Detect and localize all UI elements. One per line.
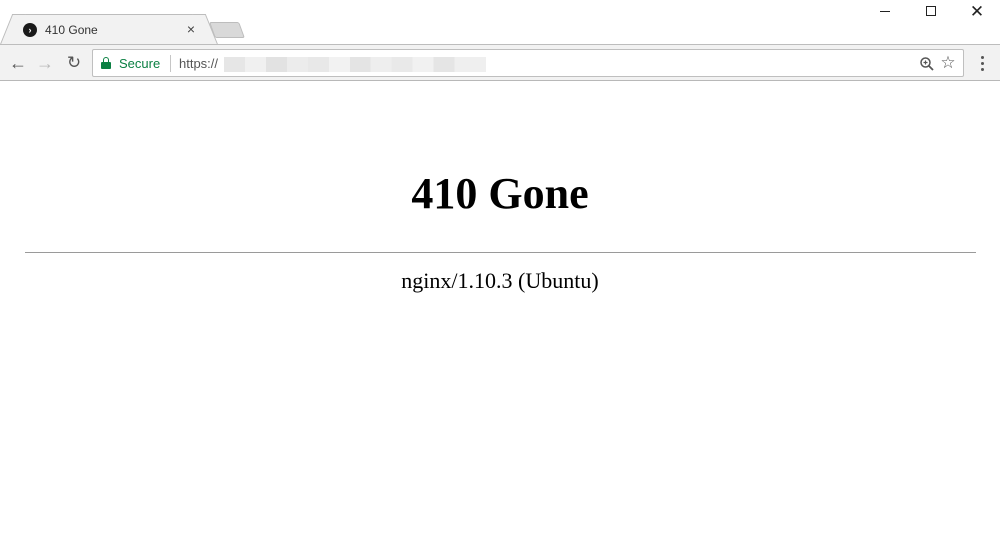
- browser-toolbar: ← → ↻ Secure https:// ☆: [0, 44, 1000, 81]
- close-window-button[interactable]: ✕: [954, 0, 1000, 24]
- back-button[interactable]: ←: [6, 51, 30, 75]
- page-title: 410 Gone: [411, 169, 589, 218]
- reload-icon: ↻: [66, 53, 82, 72]
- divider: [25, 252, 976, 253]
- browser-menu-icon[interactable]: [974, 54, 990, 74]
- title-bar: › 410 Gone × ✕: [0, 0, 1000, 44]
- minimize-button[interactable]: [862, 0, 908, 24]
- maximize-button[interactable]: [908, 0, 954, 24]
- address-separator: [170, 55, 171, 72]
- browser-tab[interactable]: › 410 Gone ×: [12, 14, 206, 44]
- tab-title: 410 Gone: [45, 23, 98, 37]
- minimize-icon: [880, 11, 890, 12]
- zoom-icon[interactable]: [919, 56, 935, 72]
- url-scheme[interactable]: https://: [179, 56, 218, 71]
- lock-icon[interactable]: [101, 57, 111, 69]
- page-content: 410 Gone nginx/1.10.3 (Ubuntu): [0, 82, 1000, 560]
- maximize-icon: [926, 6, 936, 16]
- reload-button[interactable]: ↻: [62, 51, 86, 75]
- arrow-right-icon: →: [36, 53, 54, 73]
- close-icon: ✕: [969, 2, 985, 21]
- tab-close-icon[interactable]: ×: [183, 21, 199, 37]
- favicon-icon: ›: [23, 23, 37, 37]
- arrow-left-icon: ←: [9, 53, 27, 73]
- server-signature: nginx/1.10.3 (Ubuntu): [401, 268, 599, 293]
- url-redacted[interactable]: [224, 57, 486, 72]
- secure-label[interactable]: Secure: [119, 56, 160, 71]
- address-bar[interactable]: Secure https:// ☆: [92, 49, 964, 77]
- new-tab-button[interactable]: [209, 22, 245, 38]
- forward-button[interactable]: →: [33, 51, 57, 75]
- bookmark-star-icon[interactable]: ☆: [939, 53, 957, 73]
